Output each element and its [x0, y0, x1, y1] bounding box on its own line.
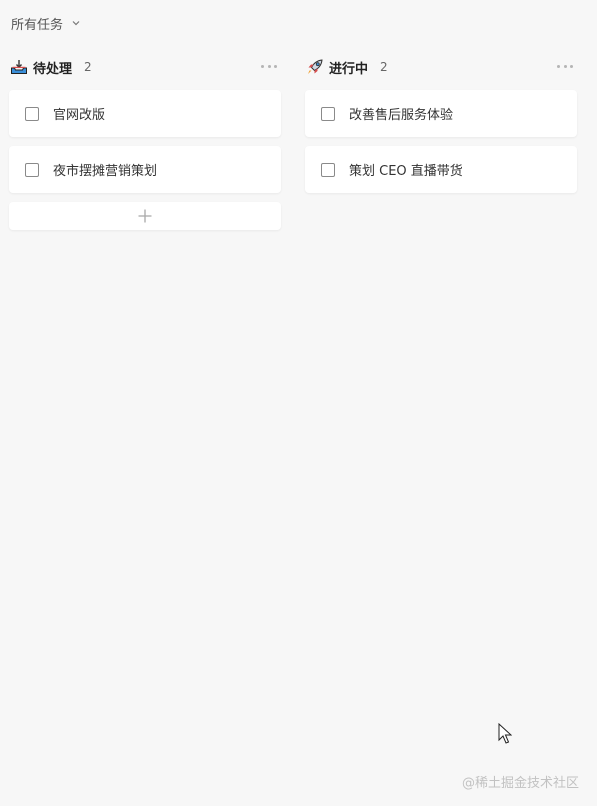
task-card[interactable]: 官网改版 [9, 90, 281, 137]
task-title: 策划 CEO 直播带货 [349, 164, 463, 179]
column-count: 2 [84, 60, 92, 74]
kanban-column-pending: 待处理 2 官网改版 夜市摆摊营销策划 [9, 56, 281, 230]
column-count: 2 [380, 60, 388, 74]
task-card[interactable]: 夜市摆摊营销策划 [9, 146, 281, 193]
column-more-icon[interactable] [557, 60, 573, 72]
task-title: 改善售后服务体验 [349, 108, 454, 123]
task-card[interactable]: 改善售后服务体验 [305, 90, 577, 137]
column-header: 进行中 2 [305, 56, 577, 78]
inbox-tray-icon [10, 58, 28, 76]
watermark-text: @稀土掘金技术社区 [461, 776, 579, 791]
column-title: 进行中 [329, 61, 369, 77]
task-checkbox[interactable] [25, 106, 39, 121]
task-title: 夜市摆摊营销策划 [53, 164, 158, 179]
column-more-icon[interactable] [261, 60, 277, 72]
chevron-down-icon [72, 21, 80, 26]
column-title: 待处理 [33, 61, 73, 77]
task-checkbox[interactable] [25, 162, 39, 177]
rocket-icon [306, 58, 324, 76]
task-filter-label: 所有任务 [11, 17, 64, 33]
task-card[interactable]: 策划 CEO 直播带货 [305, 146, 577, 193]
column-header: 待处理 2 [9, 56, 281, 78]
add-task-button[interactable] [9, 202, 281, 230]
kanban-column-in-progress: 进行中 2 改善售后服务体验 策划 CEO 直播带货 [305, 56, 577, 193]
task-title: 官网改版 [53, 108, 106, 123]
task-filter-dropdown[interactable]: 所有任务 [11, 13, 81, 33]
mouse-cursor-icon [498, 723, 512, 744]
task-checkbox[interactable] [321, 106, 335, 121]
task-checkbox[interactable] [321, 162, 335, 177]
plus-icon [138, 209, 152, 223]
